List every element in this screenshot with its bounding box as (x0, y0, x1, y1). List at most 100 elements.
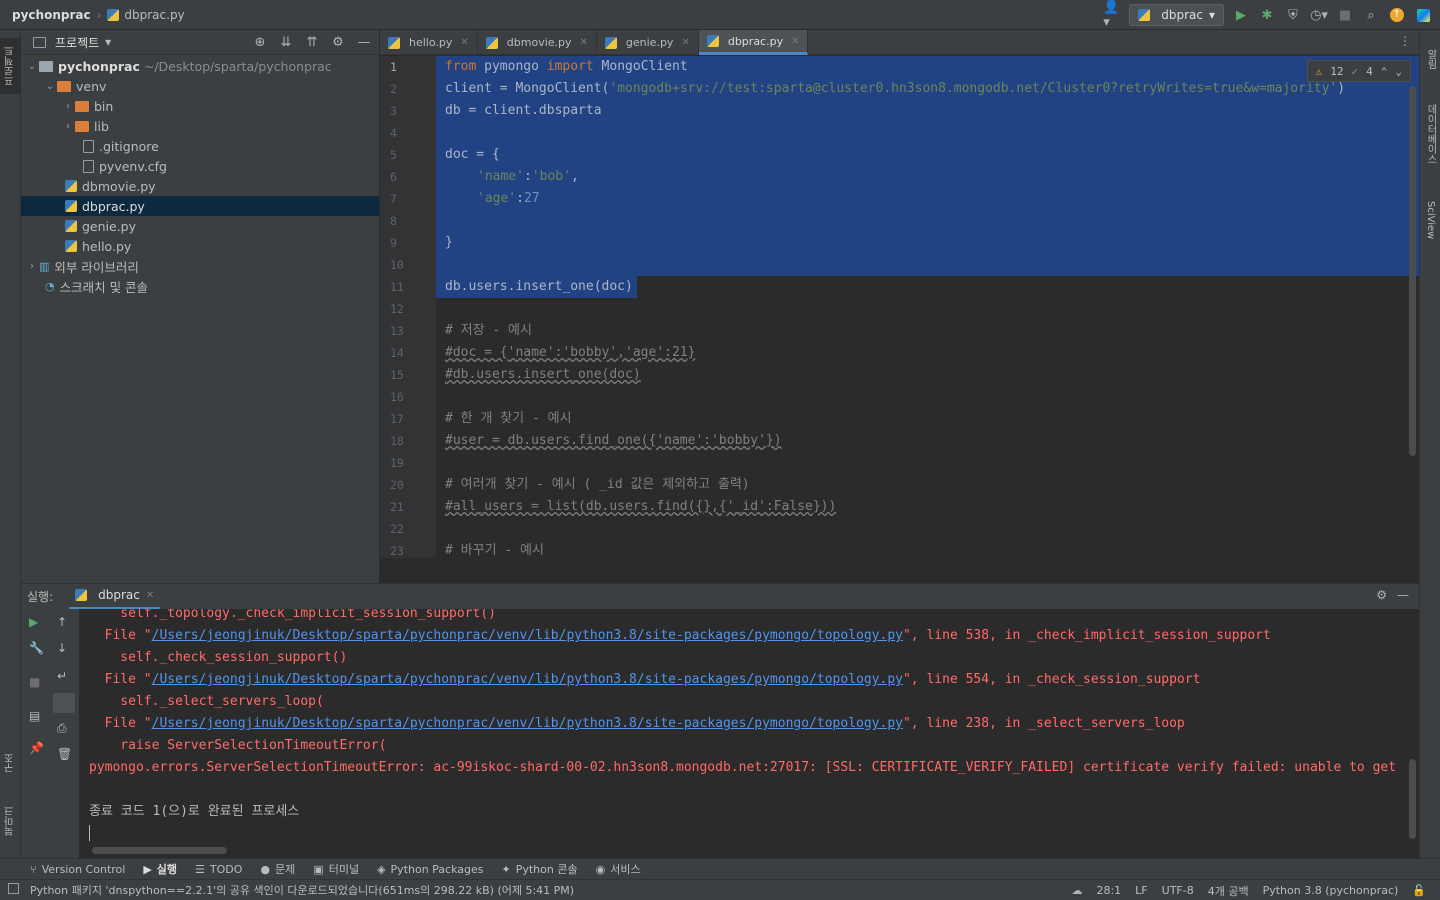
breadcrumb-project[interactable]: pychonprac (12, 8, 91, 22)
print-icon[interactable]: ⎙ (57, 721, 67, 736)
tool-windows-icon[interactable] (8, 883, 19, 894)
pin-icon[interactable]: 📌 (29, 741, 44, 755)
trash-icon[interactable]: 🗑 (57, 747, 72, 761)
scroll-to-end-icon[interactable] (53, 693, 75, 713)
file-encoding[interactable]: UTF-8 (1162, 884, 1194, 897)
tool-python-console[interactable]: ✦ Python 콘솔 (502, 861, 578, 877)
sciview-tool-tab[interactable]: SciView (1420, 190, 1440, 250)
run-tab-dbprac[interactable]: dbprac ✕ (69, 584, 161, 610)
tree-item-hello[interactable]: hello.py (21, 236, 379, 256)
file-icon (83, 139, 94, 153)
code-token: from (445, 59, 477, 74)
stop-icon[interactable]: ■ (29, 675, 40, 689)
tool-todo[interactable]: ☰ TODO (195, 863, 242, 876)
tree-item-bin[interactable]: › bin (21, 96, 379, 116)
tab-dbmovie[interactable]: dbmovie.py ✕ (478, 30, 597, 55)
tab-hello[interactable]: hello.py ✕ (380, 30, 478, 55)
chevron-up-icon[interactable]: ⌃ (1381, 65, 1388, 78)
layout-icon[interactable]: ▤ (29, 709, 40, 723)
code-comment: #user = db.users.find_one({'name':'bobby… (445, 433, 782, 448)
chevron-down-icon[interactable]: ▾ (105, 35, 111, 49)
sync-icon[interactable]: ☁ (1071, 884, 1082, 897)
expand-all-icon[interactable]: ⇊ (277, 33, 295, 51)
tool-python-packages[interactable]: ◈ Python Packages (377, 863, 483, 876)
line-separator[interactable]: LF (1135, 884, 1147, 897)
tool-version-control[interactable]: ⑂ Version Control (30, 863, 125, 876)
minimize-icon[interactable]: — (355, 33, 373, 51)
tab-dbprac[interactable]: dbprac.py ✕ (698, 30, 809, 55)
user-icon[interactable]: 👤▾ (1103, 0, 1121, 30)
tree-item-label: hello.py (82, 238, 132, 254)
console-file-link[interactable]: /Users/jeongjinuk/Desktop/sparta/pychonp… (152, 672, 903, 687)
tree-item-genie[interactable]: genie.py (21, 216, 379, 236)
close-icon[interactable]: ✕ (460, 37, 468, 48)
tree-item-venv[interactable]: ⌄ venv (21, 76, 379, 96)
tree-item-gitignore[interactable]: .gitignore (21, 136, 379, 156)
project-tool-tab[interactable]: 프로젝트 (0, 38, 21, 94)
more-icon[interactable]: ⋮ (1399, 34, 1411, 48)
notifications-tool-tab[interactable]: 알림 (1420, 38, 1440, 80)
tool-services[interactable]: ◉ 서비스 (596, 861, 641, 877)
database-tool-tab[interactable]: 데이터베이스 (1420, 92, 1440, 176)
close-icon[interactable]: ✕ (146, 590, 154, 601)
run-panel-label: 실행: (27, 590, 54, 604)
debug-icon[interactable]: ✱ (1258, 6, 1276, 24)
console-file-link[interactable]: /Users/jeongjinuk/Desktop/sparta/pychonp… (152, 716, 903, 731)
structure-tool-tab[interactable]: 구조 (0, 740, 21, 786)
project-panel-title[interactable]: 프로젝트 (55, 34, 99, 51)
inspection-widget[interactable]: ⚠ 12 ✓ 4 ⌃ ⌄ (1306, 60, 1411, 82)
python-interpreter[interactable]: Python 3.8 (pychonprac) (1263, 884, 1399, 897)
code-line: 'age':27 (477, 188, 540, 210)
tool-run[interactable]: ▶ 실행 (143, 861, 177, 877)
arrow-down-icon[interactable]: ↓ (57, 641, 67, 655)
bookmarks-tool-tab[interactable]: 북마크 (0, 796, 21, 846)
gear-icon[interactable]: ⚙ (329, 33, 347, 51)
rerun-icon[interactable]: ▶ (29, 615, 38, 629)
status-message[interactable]: Python 패키지 'dnspython==2.2.1'의 공유 색인이 다운… (0, 882, 574, 898)
tree-item-dbprac[interactable]: dbprac.py (21, 196, 379, 216)
close-icon[interactable]: ✕ (791, 36, 799, 47)
caret-position[interactable]: 28:1 (1096, 884, 1121, 897)
console-horizontal-scrollbar[interactable] (92, 847, 227, 854)
console-scrollbar[interactable] (1409, 759, 1416, 839)
wrench-icon[interactable]: 🔧 (29, 641, 44, 655)
tool-terminal[interactable]: ▣ 터미널 (313, 861, 359, 877)
tree-item-project-root[interactable]: ⌄ pychonprac ~/Desktop/sparta/pychonprac (21, 56, 379, 76)
console-file-link[interactable]: /Users/jeongjinuk/Desktop/sparta/pychonp… (152, 628, 903, 643)
minimize-icon[interactable]: — (1397, 588, 1409, 602)
close-icon[interactable]: ✕ (681, 37, 689, 48)
locate-icon[interactable]: ⊕ (251, 33, 269, 51)
breadcrumb-file[interactable]: dbprac.py (124, 8, 184, 22)
gear-icon[interactable]: ⚙ (1376, 588, 1387, 602)
tree-item-external-libraries[interactable]: › ▥ 외부 라이브러리 (21, 256, 379, 276)
stop-icon[interactable]: ■ (1336, 6, 1354, 24)
soft-wrap-icon[interactable]: ↵ (57, 669, 67, 683)
update-icon[interactable]: ↑ (1388, 6, 1406, 24)
profile-icon[interactable]: ◷▾ (1310, 6, 1328, 24)
lock-icon[interactable]: 🔓 (1412, 884, 1426, 897)
collapse-all-icon[interactable]: ⇈ (303, 33, 321, 51)
run-toolbar: ▶ ↑ 🔧 ↓ ■ ↵ ▤ ⎙ 📌 🗑 (21, 609, 79, 858)
tree-item-dbmovie[interactable]: dbmovie.py (21, 176, 379, 196)
console-line: self._topology._check_implicit_session_s… (89, 609, 496, 621)
indent-setting[interactable]: 4개 공백 (1208, 883, 1249, 899)
jetbrains-logo-icon[interactable] (1414, 6, 1432, 24)
tree-item-scratches[interactable]: ◔ 스크래치 및 콘솔 (21, 276, 379, 296)
tree-item-pyvenv-cfg[interactable]: pyvenv.cfg (21, 156, 379, 176)
tool-problems[interactable]: ● 문제 (260, 861, 295, 877)
chevron-down-icon: ▾ (1208, 8, 1215, 22)
run-config-selector[interactable]: dbprac ▾ (1129, 4, 1224, 26)
tab-genie[interactable]: genie.py ✕ (597, 30, 699, 55)
run-icon[interactable]: ▶ (1232, 6, 1250, 24)
search-icon[interactable]: ⌕ (1362, 6, 1380, 24)
chevron-down-icon[interactable]: ⌄ (1395, 65, 1402, 78)
code-editor[interactable]: from pymongo import MongoClient client =… (436, 56, 1419, 558)
arrow-up-icon[interactable]: ↑ (57, 615, 67, 629)
editor-scrollbar[interactable] (1409, 86, 1416, 456)
close-icon[interactable]: ✕ (580, 37, 588, 48)
run-console[interactable]: self._topology._check_implicit_session_s… (79, 609, 1419, 847)
coverage-icon[interactable]: ⛨ (1284, 6, 1302, 24)
line-number: 4 (390, 126, 397, 140)
tree-item-lib[interactable]: › lib (21, 116, 379, 136)
line-number: 12 (390, 302, 404, 316)
